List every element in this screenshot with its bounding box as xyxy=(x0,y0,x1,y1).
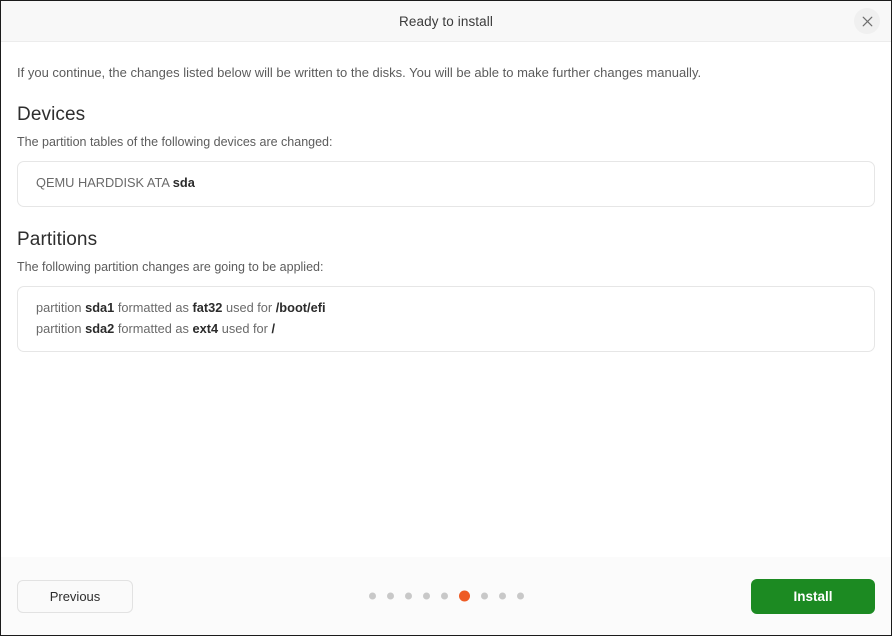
dialog-footer: Previous Install xyxy=(1,557,891,635)
pagination-dot[interactable] xyxy=(386,592,394,600)
partition-tail: used for xyxy=(222,299,276,315)
partitions-heading: Partitions xyxy=(17,228,98,250)
device-row: QEMU HARDDISK ATA sda xyxy=(36,173,856,194)
partition-filesystem: fat32 xyxy=(192,299,223,315)
close-icon[interactable] xyxy=(854,8,880,34)
partition-device: sda1 xyxy=(85,299,115,315)
dialog-content: If you continue, the changes listed belo… xyxy=(1,42,891,557)
pagination-dot[interactable] xyxy=(480,592,488,600)
ready-to-install-dialog: Ready to install If you continue, the ch… xyxy=(0,0,892,636)
partition-lead: partition xyxy=(36,320,86,336)
partition-mid: formatted as xyxy=(114,299,193,315)
device-name: sda xyxy=(172,175,195,191)
partition-device: sda2 xyxy=(85,320,115,336)
partition-mountpoint: / xyxy=(271,320,276,336)
devices-heading: Devices xyxy=(17,104,86,126)
partition-tail: used for xyxy=(218,320,272,336)
pagination-dot[interactable] xyxy=(422,592,430,600)
pagination-dot[interactable] xyxy=(498,592,506,600)
partition-lead: partition xyxy=(36,299,86,315)
device-description: QEMU HARDDISK ATA xyxy=(36,175,173,191)
previous-button[interactable]: Previous xyxy=(17,579,133,613)
intro-text: If you continue, the changes listed belo… xyxy=(17,65,702,80)
partition-row: partition sda1 formatted as fat32 used f… xyxy=(36,298,856,319)
partition-row: partition sda2 formatted as ext4 used fo… xyxy=(36,319,856,340)
pagination-dot[interactable] xyxy=(368,592,376,600)
partition-mid: formatted as xyxy=(114,320,193,336)
partitions-list: partition sda1 formatted as fat32 used f… xyxy=(17,285,875,353)
window-title: Ready to install xyxy=(399,13,493,29)
close-glyph xyxy=(862,16,872,26)
partitions-subtitle: The following partition changes are goin… xyxy=(17,259,324,274)
devices-subtitle: The partition tables of the following de… xyxy=(17,135,333,150)
partition-filesystem: ext4 xyxy=(192,320,219,336)
partition-mountpoint: /boot/efi xyxy=(275,299,326,315)
pagination-dot-active[interactable] xyxy=(458,590,470,602)
install-button[interactable]: Install xyxy=(751,578,875,614)
titlebar: Ready to install xyxy=(1,1,891,42)
devices-list: QEMU HARDDISK ATA sda xyxy=(17,161,875,207)
pagination-dot[interactable] xyxy=(440,592,448,600)
pagination-dot[interactable] xyxy=(516,592,524,600)
pagination-dot[interactable] xyxy=(404,592,412,600)
